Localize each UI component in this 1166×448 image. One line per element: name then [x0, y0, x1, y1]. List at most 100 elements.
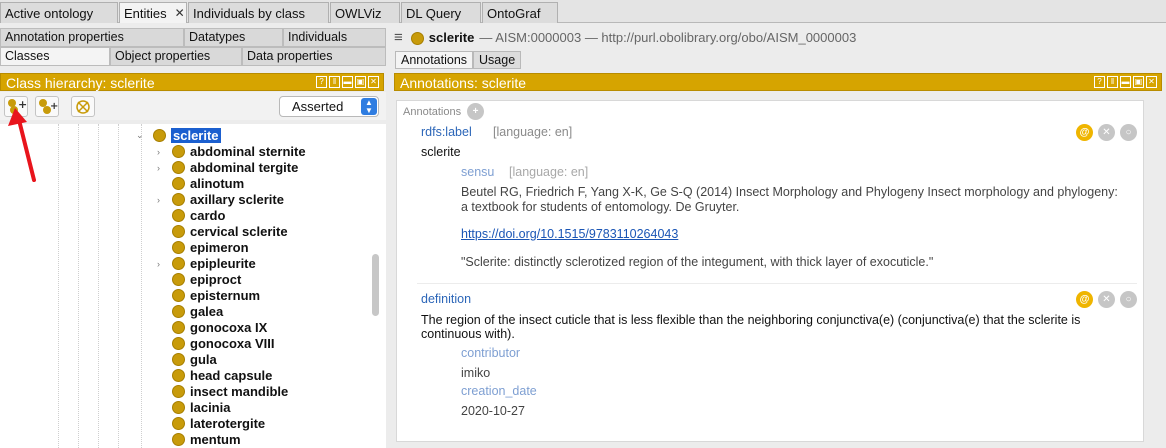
chevron-right-icon[interactable]: ›: [157, 195, 160, 205]
tree-node[interactable]: gonocoxa VIII: [172, 335, 275, 351]
subtab-individuals[interactable]: Individuals: [283, 28, 386, 47]
language-tag: [language: en]: [509, 165, 589, 179]
annotations-header: Annotations: sclerite ? ‖ ▬ ▣ ✕: [394, 73, 1162, 91]
help-icon[interactable]: ?: [1094, 76, 1105, 88]
tab-active-ontology[interactable]: Active ontology: [0, 2, 118, 23]
tab-label: Individuals by class: [193, 5, 305, 21]
class-label: gonocoxa IX: [190, 319, 268, 335]
tree-node[interactable]: abdominal tergite: [172, 159, 298, 175]
nested-annotation-property[interactable]: creation_date: [461, 384, 537, 398]
edit-annotation-button[interactable]: ○: [1120, 124, 1137, 141]
tab-entities[interactable]: Entities ✕: [119, 2, 187, 23]
nested-annotation-property[interactable]: sensu: [461, 165, 494, 179]
chevron-right-icon[interactable]: ›: [157, 259, 160, 269]
class-icon: [153, 128, 166, 142]
language-tag: [language: en]: [493, 125, 573, 139]
close-icon[interactable]: ✕: [368, 76, 379, 88]
tree-node[interactable]: lacinia: [172, 399, 230, 415]
pin-icon[interactable]: ‖: [1107, 76, 1118, 88]
class-icon: [172, 160, 185, 174]
subtab-classes[interactable]: Classes: [0, 47, 110, 66]
view-title: Class hierarchy: sclerite: [6, 75, 155, 91]
tab-usage[interactable]: Usage: [473, 51, 522, 69]
tree-node[interactable]: galea: [172, 303, 223, 319]
definition-line-1: The region of the insect cuticle that is…: [421, 313, 1081, 327]
tree-node-selected[interactable]: sclerite: [153, 127, 221, 143]
subtab-annotation-properties[interactable]: Annotation properties: [0, 28, 184, 47]
annotation-property[interactable]: rdfs:label: [421, 125, 472, 139]
tree-node[interactable]: mentum: [172, 431, 241, 447]
tree-node[interactable]: laterotergite: [172, 415, 265, 431]
tab-owlviz[interactable]: OWLViz: [330, 2, 400, 23]
class-icon: [172, 368, 185, 382]
tree-node[interactable]: cardo: [172, 207, 225, 223]
annotation-separator: [417, 283, 1137, 284]
annotation-property[interactable]: definition: [421, 292, 471, 306]
doi-link[interactable]: https://doi.org/10.1515/9783110264043: [461, 227, 678, 241]
class-label: epimeron: [190, 239, 249, 255]
tree-node[interactable]: epimeron: [172, 239, 249, 255]
tree-node[interactable]: cervical sclerite: [172, 223, 288, 239]
view-controls: ? ‖ ▬ ▣ ✕: [316, 76, 379, 88]
pin-icon[interactable]: ‖: [329, 76, 340, 88]
tab-ontograf[interactable]: OntoGraf: [482, 2, 558, 23]
class-label: head capsule: [190, 367, 273, 383]
edit-annotation-button[interactable]: ○: [1120, 291, 1137, 308]
tree-node[interactable]: alinotum: [172, 175, 244, 191]
minimize-icon[interactable]: ▬: [342, 76, 353, 88]
tree-node[interactable]: episternum: [172, 287, 260, 303]
minimize-icon[interactable]: ▬: [1120, 76, 1131, 88]
delete-class-button[interactable]: [71, 96, 95, 117]
tab-label: OntoGraf: [487, 5, 541, 21]
chevron-down-icon[interactable]: ⌄: [136, 130, 144, 141]
subtab-data-properties[interactable]: Data properties: [242, 47, 386, 66]
class-icon: [172, 336, 185, 350]
class-icon: [172, 384, 185, 398]
tree-node[interactable]: abdominal sternite: [172, 143, 306, 159]
tree-node[interactable]: epipleurite: [172, 255, 256, 271]
selected-class-label: sclerite: [171, 127, 221, 143]
chevron-updown-icon: ▲ ▼: [361, 98, 377, 115]
class-label: cervical sclerite: [190, 223, 288, 239]
chevron-right-icon[interactable]: ›: [157, 147, 160, 157]
tree-node[interactable]: gonocoxa IX: [172, 319, 267, 335]
help-icon[interactable]: ?: [316, 76, 327, 88]
class-icon: [172, 176, 185, 190]
delete-annotation-button[interactable]: ✕: [1098, 124, 1115, 141]
class-icon: [172, 240, 185, 254]
delete-annotation-button[interactable]: ✕: [1098, 291, 1115, 308]
tab-label: OWLViz: [335, 5, 382, 21]
close-icon[interactable]: ✕: [175, 6, 185, 20]
tree-scrollbar[interactable]: [372, 254, 379, 316]
close-icon[interactable]: ✕: [1146, 76, 1157, 88]
add-annotation-button[interactable]: +: [467, 103, 484, 120]
tab-individuals-by-class[interactable]: Individuals by class: [188, 2, 329, 23]
select-value: Asserted: [292, 99, 344, 114]
tree-node[interactable]: gula: [172, 351, 217, 367]
tree-node[interactable]: axillary sclerite: [172, 191, 284, 207]
tree-node[interactable]: epiproct: [172, 271, 241, 287]
tree-node[interactable]: head capsule: [172, 367, 272, 383]
subtab-object-properties[interactable]: Object properties: [110, 47, 242, 66]
annotate-button[interactable]: @: [1076, 291, 1093, 308]
tree-node[interactable]: insect mandible: [172, 383, 288, 399]
class-label: abdominal tergite: [190, 159, 299, 175]
annotate-button[interactable]: @: [1076, 124, 1093, 141]
left-panel: Annotation properties Datatypes Individu…: [0, 28, 386, 448]
class-icon: [172, 320, 185, 334]
class-label: episternum: [190, 287, 261, 303]
maximize-icon[interactable]: ▣: [1133, 76, 1144, 88]
svg-text:+: +: [50, 101, 58, 112]
class-icon: [172, 304, 185, 318]
tab-dl-query[interactable]: DL Query: [401, 2, 481, 23]
subtab-datatypes[interactable]: Datatypes: [184, 28, 283, 47]
nested-annotation-property[interactable]: contributor: [461, 346, 520, 360]
hierarchy-mode-select[interactable]: Asserted ▲ ▼: [279, 96, 379, 117]
quote-text: "Sclerite: distinctly sclerotized region…: [461, 255, 934, 269]
tree-guide-line: [141, 124, 142, 448]
class-label: epiproct: [190, 271, 242, 287]
menu-icon[interactable]: ≡: [394, 28, 403, 48]
maximize-icon[interactable]: ▣: [355, 76, 366, 88]
tab-annotations[interactable]: Annotations: [395, 51, 474, 69]
chevron-right-icon[interactable]: ›: [157, 163, 160, 173]
